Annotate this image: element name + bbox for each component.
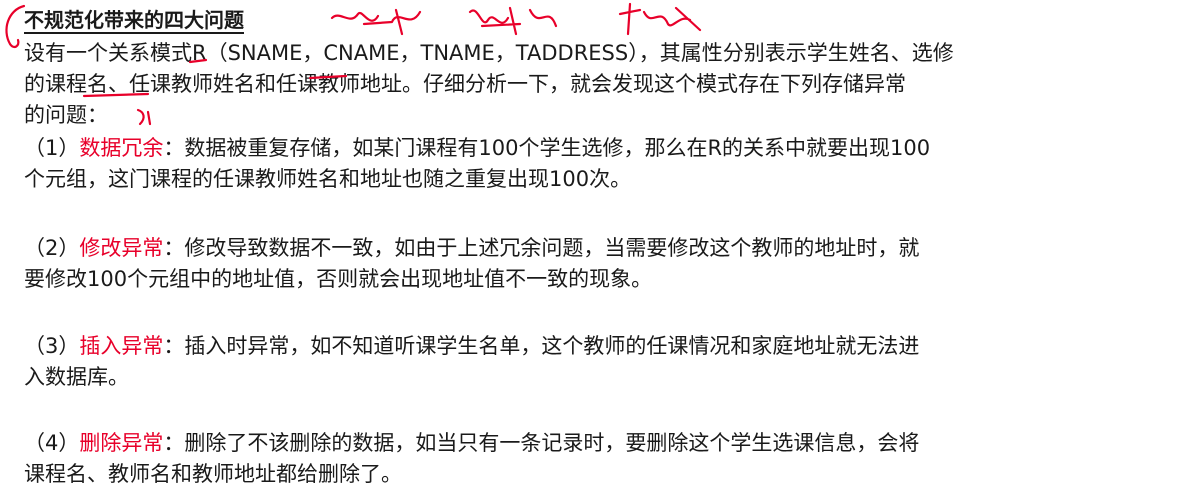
intro-line: 设有一个关系模式R（SNAME，CNAME，TNAME，TADDRESS），其属… xyxy=(24,41,954,65)
problem-keyword: 数据冗余 xyxy=(79,136,164,160)
problem-item-delete-anomaly: （4）删除异常：删除了不该删除的数据，如当只有一条记录时，要删除这个学生选课信息… xyxy=(24,428,1174,490)
problem-line-continued: 课程名、教师名和教师地址都给删除了。 xyxy=(24,462,402,486)
intro-paragraph: 设有一个关系模式R（SNAME，CNAME，TNAME，TADDRESS），其属… xyxy=(24,38,1174,131)
problem-line-continued: 个元组，这门课程的任课教师姓名和地址也随之重复出现100次。 xyxy=(24,167,632,191)
problem-line: （1）数据冗余：数据被重复存储，如某门课程有100个学生选修，那么在R的关系中就… xyxy=(24,133,1174,164)
intro-line: 的课程名、任课教师姓名和任课教师地址。仔细分析一下，就会发现这个模式存在下列存储… xyxy=(24,72,906,96)
problem-description: ：删除了不该删除的数据，如当只有一条记录时，要删除这个学生选课信息，会将 xyxy=(163,431,920,455)
intro-line: 的问题： xyxy=(24,103,108,127)
problem-description: ：数据被重复存储，如某门课程有100个学生选修，那么在R的关系中就要出现100 xyxy=(163,136,931,160)
ink-scribble-1 xyxy=(330,8,422,36)
problem-description: ：修改导致数据不一致，如由于上述冗余问题，当需要修改这个教师的地址时，就 xyxy=(163,236,920,260)
problem-description: ：插入时异常，如不知道听课学生名单，这个教师的任课情况和家庭地址就无法进 xyxy=(163,334,920,358)
problem-item-insert-anomaly: （3）插入异常：插入时异常，如不知道听课学生名单，这个教师的任课情况和家庭地址就… xyxy=(24,331,1174,393)
title-underline xyxy=(24,32,244,34)
problem-keyword: 插入异常 xyxy=(79,334,164,358)
ink-bracket-left xyxy=(5,4,26,49)
problem-line-continued: 入数据库。 xyxy=(24,365,129,389)
problem-item-update-anomaly: （2）修改异常：修改导致数据不一致，如由于上述冗余问题，当需要修改这个教师的地址… xyxy=(24,233,1174,295)
problem-keyword: 删除异常 xyxy=(79,431,164,455)
problem-line: （4）删除异常：删除了不该删除的数据，如当只有一条记录时，要删除这个学生选课信息… xyxy=(24,428,1174,459)
slide-title: 不规范化带来的四大问题 xyxy=(24,6,244,34)
problem-number: （3） xyxy=(24,334,80,358)
ink-scribble-3 xyxy=(618,2,702,36)
problem-keyword: 修改异常 xyxy=(79,236,164,260)
slide: 不规范化带来的四大问题 设有一个关系模式R（SNAME，CNAME，TNAME，… xyxy=(0,0,1189,499)
problem-number: （4） xyxy=(24,431,80,455)
problem-line: （2）修改异常：修改导致数据不一致，如由于上述冗余问题，当需要修改这个教师的地址… xyxy=(24,233,1174,264)
slide-title-text: 不规范化带来的四大问题 xyxy=(24,8,244,32)
problem-line: （3）插入异常：插入时异常，如不知道听课学生名单，这个教师的任课情况和家庭地址就… xyxy=(24,331,1174,362)
problem-line-continued: 要修改100个元组中的地址值，否则就会出现地址值不一致的现象。 xyxy=(24,267,653,291)
problem-number: （1） xyxy=(24,136,80,160)
ink-scribble-2 xyxy=(468,6,558,36)
problem-item-redundancy: （1）数据冗余：数据被重复存储，如某门课程有100个学生选修，那么在R的关系中就… xyxy=(24,133,1174,195)
problem-number: （2） xyxy=(24,236,80,260)
